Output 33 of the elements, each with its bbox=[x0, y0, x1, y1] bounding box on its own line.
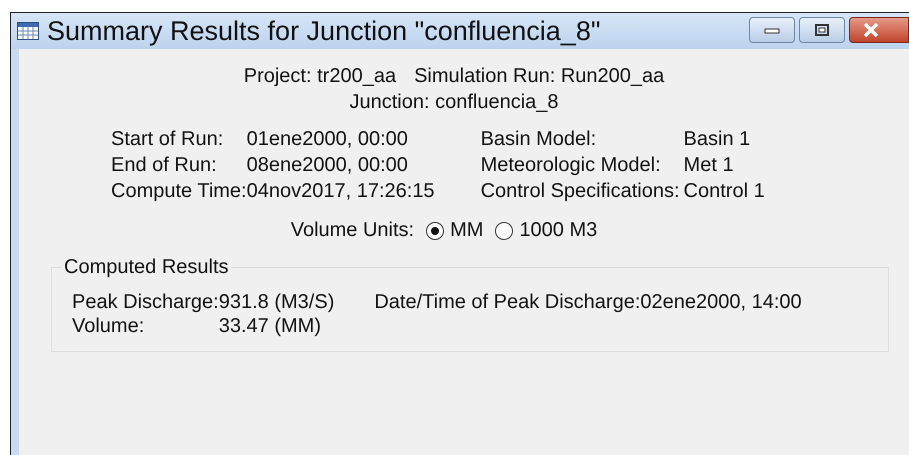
field-label: Volume: bbox=[72, 315, 146, 338]
field-value: 01ene2000, 00:00 bbox=[246, 128, 409, 151]
unit-radio[interactable]: MM bbox=[426, 219, 484, 242]
simulation-run-text: Simulation Run: Run200_aa bbox=[414, 65, 664, 88]
window-title: Summary Results for Junction "confluencia_8" bbox=[47, 16, 602, 46]
field-value: Met 1 bbox=[684, 154, 735, 177]
field-label: Basin Model: bbox=[480, 128, 598, 151]
field-label: Control Specifications: bbox=[480, 180, 681, 203]
maximize-button[interactable] bbox=[799, 17, 845, 43]
group-title: Computed Results bbox=[63, 256, 230, 279]
field-label: Meteorologic Model: bbox=[480, 154, 662, 177]
field-value: 02ene2000, 14:00 bbox=[640, 291, 802, 314]
close-icon bbox=[862, 22, 880, 38]
field-value: Basin 1 bbox=[684, 128, 752, 151]
field-value: 04nov2017, 17:26:15 bbox=[246, 180, 435, 203]
field-label: Start of Run: bbox=[111, 128, 224, 151]
close-button[interactable] bbox=[849, 17, 909, 43]
minimize-icon bbox=[764, 26, 780, 34]
field-label: Date/Time of Peak Discharge: bbox=[374, 291, 640, 314]
minimize-button[interactable] bbox=[749, 17, 795, 43]
field-label: End of Run: bbox=[111, 154, 218, 177]
volume-units-label: Volume Units: bbox=[290, 219, 414, 242]
field-label: Peak Discharge: bbox=[72, 291, 219, 314]
field-value: 33.47 (MM) bbox=[218, 315, 322, 338]
field-value: Control 1 bbox=[684, 180, 765, 203]
field-value: 08ene2000, 00:00 bbox=[246, 154, 409, 177]
maximize-icon bbox=[815, 24, 829, 36]
project-text: Project: tr200_aa bbox=[244, 65, 396, 88]
table-icon bbox=[17, 22, 39, 40]
unit-radio[interactable]: 1000 M3 bbox=[495, 219, 598, 242]
junction-text: Junction: confluencia_8 bbox=[349, 91, 559, 114]
field-label: Compute Time: bbox=[111, 180, 247, 203]
field-value: 931.8 (M3/S) bbox=[218, 291, 334, 314]
